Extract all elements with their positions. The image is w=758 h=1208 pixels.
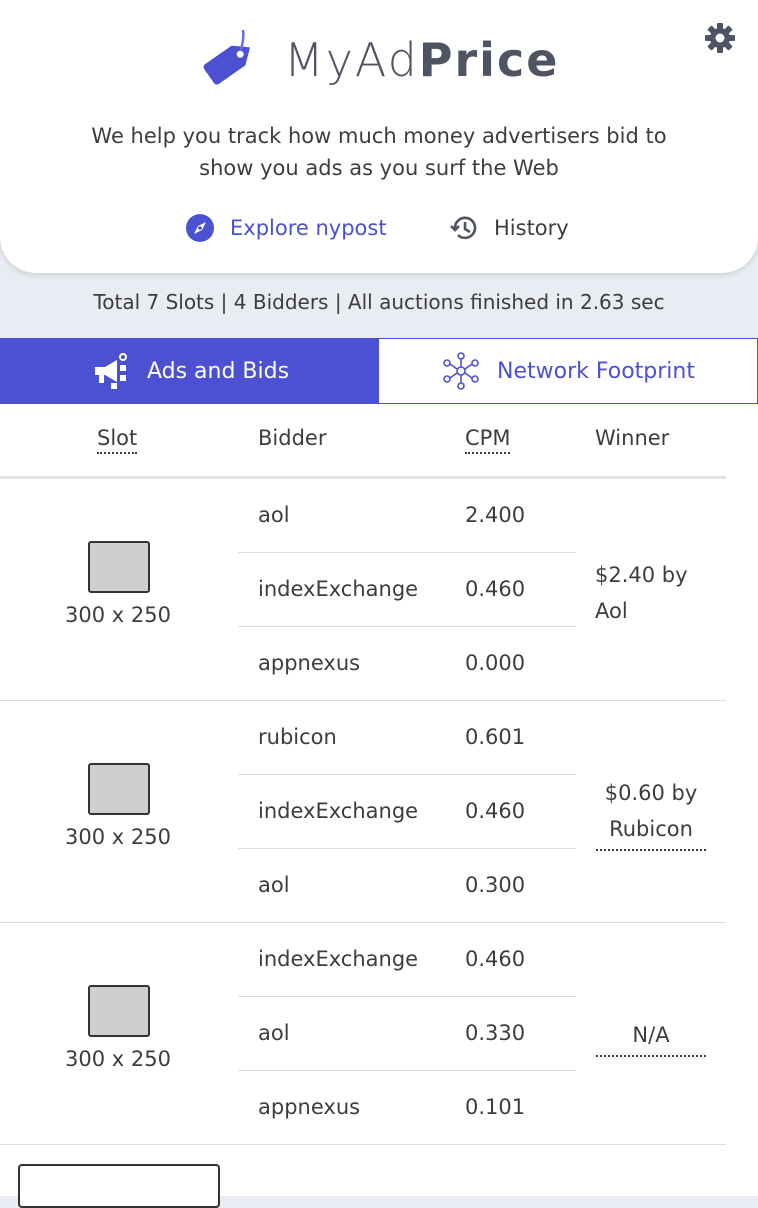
- winner-cell[interactable]: N/A: [586, 1017, 716, 1057]
- bid-row: aol 2.400: [238, 479, 576, 553]
- bid-cpm: 0.101: [465, 1095, 526, 1119]
- winner-na: N/A: [596, 1017, 706, 1057]
- history-link[interactable]: History: [448, 212, 569, 244]
- slot-group: 300 x 250 indexExchange 0.460 aol 0.330 …: [0, 923, 726, 1145]
- ad-slot-preview[interactable]: [88, 541, 150, 593]
- history-icon: [450, 216, 477, 240]
- bidder-name: aol: [258, 873, 290, 897]
- bid-cpm: 0.330: [465, 1021, 526, 1045]
- bid-row: indexExchange 0.460: [238, 553, 576, 627]
- price-tag-icon: [203, 30, 251, 85]
- bid-cpm: 0.300: [465, 873, 526, 897]
- winner-price: $0.60 by: [604, 781, 698, 805]
- winner-bidder: Aol: [595, 599, 628, 623]
- ad-slot-preview[interactable]: [88, 763, 150, 815]
- slot-size: 300 x 250: [65, 1047, 171, 1071]
- header-bidder: Bidder: [258, 426, 327, 450]
- tab-ads-and-bids-label: Ads and Bids: [146, 358, 290, 384]
- slot-size: 300 x 250: [65, 603, 171, 627]
- header-slot: Slot: [97, 426, 138, 454]
- bidder-name: indexExchange: [258, 577, 419, 601]
- bidder-name: aol: [258, 503, 290, 527]
- winner-cell[interactable]: $0.60 by Rubicon: [586, 775, 716, 851]
- bidder-name: rubicon: [258, 725, 337, 749]
- bid-row: rubicon 0.601: [238, 701, 576, 775]
- network-icon: [443, 352, 479, 390]
- bid-cpm: 0.460: [465, 947, 526, 971]
- ad-slot-preview[interactable]: [18, 1164, 220, 1208]
- gear-icon[interactable]: [702, 20, 738, 56]
- slot-size: 300 x 250: [65, 825, 171, 849]
- compass-icon: [186, 214, 214, 242]
- tagline: We help you track how much money adverti…: [0, 120, 758, 184]
- bid-cpm: 0.601: [465, 725, 526, 749]
- bidder-name: appnexus: [258, 1095, 361, 1119]
- bidder-name: aol: [258, 1021, 290, 1045]
- history-link-label: History: [494, 216, 569, 240]
- explore-link-label: Explore nypost: [230, 216, 387, 240]
- bid-row: indexExchange 0.460: [238, 775, 576, 849]
- winner-cell: $2.40 by Aol: [595, 557, 725, 629]
- tab-bar: Ads and Bids Network Footprint: [0, 338, 758, 404]
- bid-row: aol 0.300: [238, 849, 576, 922]
- slot-group: 300 x 250 rubicon 0.601 indexExchange 0.…: [0, 701, 726, 923]
- tab-ads-and-bids[interactable]: Ads and Bids: [0, 338, 380, 404]
- auction-summary: Total 7 Slots | 4 Bidders | All auctions…: [93, 290, 665, 314]
- bid-cpm: 0.460: [465, 799, 526, 823]
- tagline-line-1: We help you track how much money adverti…: [91, 124, 667, 148]
- slot-group: 300 x 250 aol 2.400 indexExchange 0.460 …: [0, 479, 726, 701]
- winner-price: $2.40 by: [595, 563, 688, 587]
- header-card: MyAdPrice We help you track how much mon…: [0, 0, 758, 273]
- bid-cpm: 0.460: [465, 577, 526, 601]
- bidder-name: appnexus: [258, 651, 361, 675]
- logo-wordmark-bold: Price: [418, 33, 560, 87]
- explore-link[interactable]: Explore nypost: [184, 212, 387, 244]
- header-cpm: CPM: [465, 426, 511, 454]
- bid-cpm: 2.400: [465, 503, 526, 527]
- tagline-line-2: show you ads as you surf the Web: [199, 156, 559, 180]
- bid-row: appnexus 0.101: [238, 1071, 576, 1144]
- tab-network-footprint[interactable]: Network Footprint: [378, 338, 758, 404]
- bids-table: Slot Bidder CPM Winner 300 x 250 aol 2.4…: [0, 404, 758, 1208]
- bid-row: appnexus 0.000: [238, 627, 576, 700]
- megaphone-icon: [94, 353, 127, 389]
- logo-wordmark-light: MyAd: [284, 33, 419, 87]
- logo-wordmark: MyAdPrice: [284, 33, 559, 87]
- logo: MyAdPrice: [200, 30, 559, 90]
- bid-row: aol 0.330: [238, 997, 576, 1071]
- bidder-name: indexExchange: [258, 947, 419, 971]
- header-winner: Winner: [595, 426, 670, 450]
- ad-slot-preview[interactable]: [88, 985, 150, 1037]
- table-header: Slot Bidder CPM Winner: [0, 404, 726, 479]
- bidder-name: indexExchange: [258, 799, 419, 823]
- header-nav: Explore nypost History: [0, 212, 758, 252]
- bid-row: indexExchange 0.460: [238, 923, 576, 997]
- winner-bidder: Rubicon: [596, 811, 706, 851]
- tab-network-footprint-label: Network Footprint: [497, 358, 695, 384]
- bid-cpm: 0.000: [465, 651, 526, 675]
